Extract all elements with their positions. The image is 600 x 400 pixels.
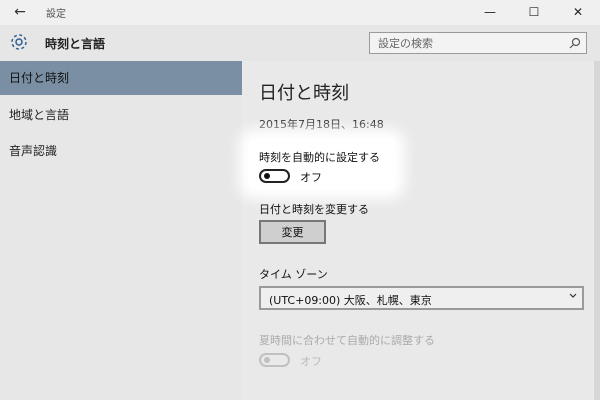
toggle-knob bbox=[264, 173, 270, 179]
auto-time-state: オフ bbox=[300, 171, 322, 184]
toggle-knob bbox=[264, 357, 270, 363]
back-arrow-icon[interactable]: ← bbox=[10, 3, 30, 21]
current-datetime: 2015年7月18日、16:48 bbox=[259, 118, 384, 131]
maximize-button[interactable]: ☐ bbox=[512, 0, 556, 25]
minimize-button[interactable]: — bbox=[468, 0, 512, 25]
settings-window: ← 設定 — ☐ ✕ 時刻と言語 日付と時刻 地域と言語 音声認識 日付と時刻 … bbox=[0, 0, 600, 400]
page-title: 日付と時刻 bbox=[259, 83, 349, 104]
close-button[interactable]: ✕ bbox=[556, 0, 600, 25]
scrollbar[interactable] bbox=[594, 61, 600, 400]
timezone-label: タイム ゾーン bbox=[259, 268, 328, 281]
dst-state: オフ bbox=[300, 355, 322, 368]
chevron-down-icon bbox=[569, 293, 577, 298]
timezone-value: (UTC+09:00) 大阪、札幌、東京 bbox=[269, 294, 432, 307]
search-box[interactable] bbox=[369, 32, 587, 54]
title-bar: ← 設定 — ☐ ✕ bbox=[0, 0, 600, 25]
change-datetime-label: 日付と時刻を変更する bbox=[259, 203, 369, 216]
timezone-select[interactable]: (UTC+09:00) 大阪、札幌、東京 bbox=[259, 286, 584, 310]
sidebar: 日付と時刻 地域と言語 音声認識 bbox=[0, 61, 242, 400]
sidebar-item-speech[interactable]: 音声認識 bbox=[0, 134, 242, 168]
dst-label: 夏時間に合わせて自動的に調整する bbox=[259, 334, 435, 347]
sidebar-item-region-language[interactable]: 地域と言語 bbox=[0, 98, 242, 132]
main-content: 日付と時刻 2015年7月18日、16:48 時刻を自動的に設定する オフ 日付… bbox=[242, 61, 600, 400]
change-button[interactable]: 変更 bbox=[259, 220, 326, 244]
sidebar-item-date-time[interactable]: 日付と時刻 bbox=[0, 61, 242, 95]
section-title: 時刻と言語 bbox=[45, 37, 106, 51]
auto-time-toggle[interactable] bbox=[259, 169, 290, 183]
gear-icon bbox=[11, 34, 27, 50]
search-input[interactable] bbox=[370, 33, 568, 53]
window-title: 設定 bbox=[46, 9, 66, 20]
settings-header: 時刻と言語 bbox=[0, 25, 600, 61]
dst-toggle bbox=[259, 353, 290, 367]
search-icon[interactable] bbox=[569, 37, 581, 49]
auto-time-label: 時刻を自動的に設定する bbox=[259, 151, 380, 164]
